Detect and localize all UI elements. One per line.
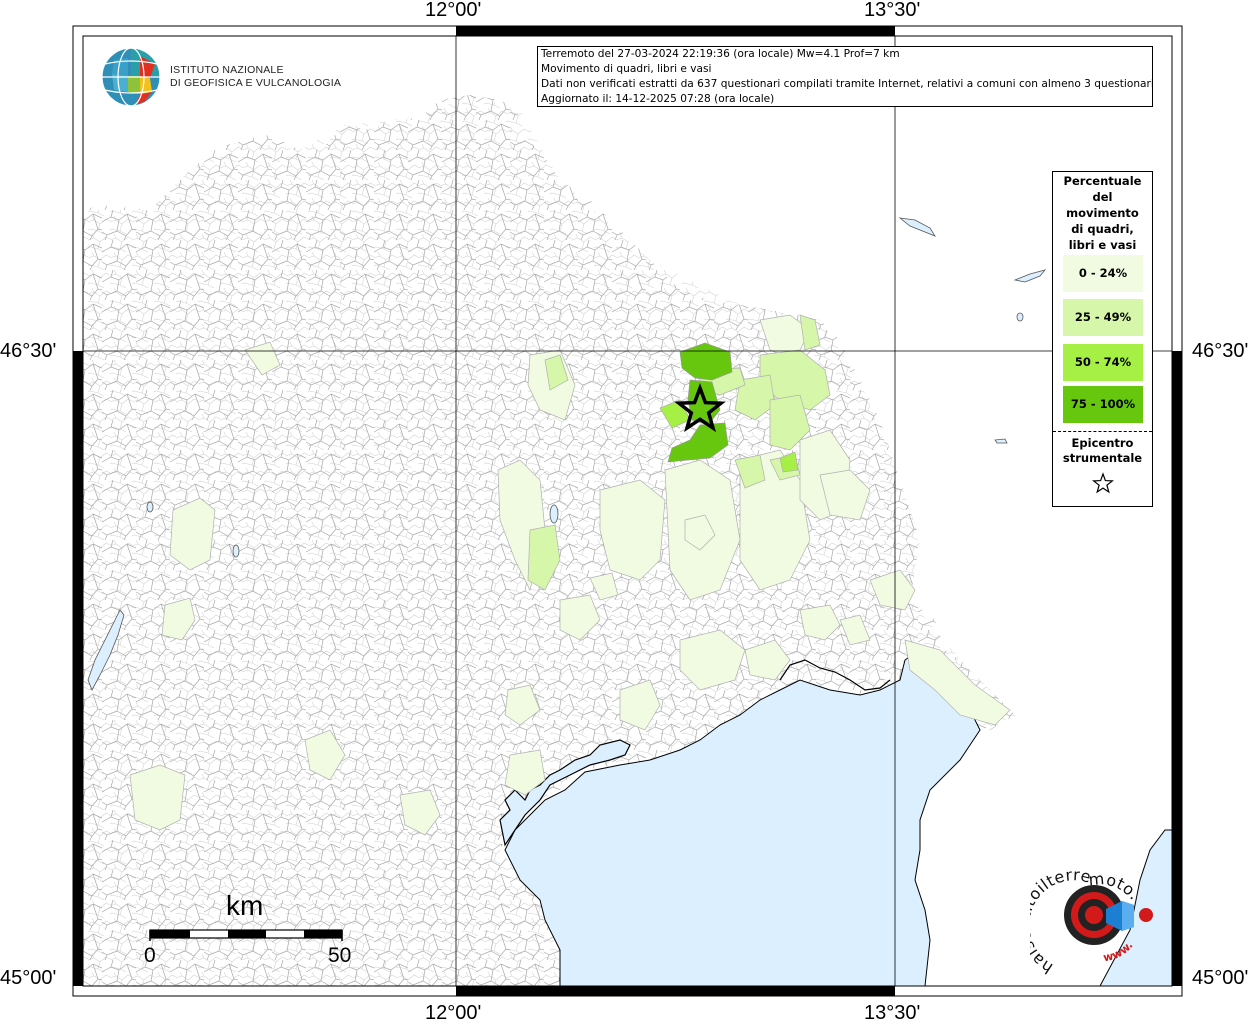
legend-divider (1053, 431, 1152, 432)
scale-unit: km (226, 890, 264, 921)
legend-star-icon (1053, 472, 1152, 498)
right-lat-label-2: 45°00' (1192, 967, 1249, 989)
top-lon-label-2: 13°30' (864, 0, 921, 21)
haisentito-logo-icon: haisentitoilterremoto.it www. (1014, 850, 1153, 978)
event-info-line-2: Movimento di quadri, libri e vasi (541, 63, 712, 75)
legend-epicenter-label: Epicentro strumentale (1062, 436, 1143, 465)
ingv-globe-icon (101, 47, 161, 107)
event-info-line-1: Terremoto del 27-03-2024 22:19:36 (ora l… (541, 48, 900, 60)
svg-text:www.: www. (1102, 939, 1135, 964)
legend-title: Percentuale del movimento di quadri, lib… (1053, 172, 1152, 253)
legend-item-25-49: 25 - 49% (1063, 299, 1143, 336)
top-lon-label-1: 12°00' (425, 0, 482, 21)
ingv-logo-text: ISTITUTO NAZIONALE DI GEOFISICA E VULCAN… (170, 64, 341, 90)
legend-item-50-74: 50 - 74% (1063, 344, 1143, 381)
event-info-line-4: Aggiornato il: 14-12-2025 07:28 (ora loc… (541, 93, 775, 105)
left-lat-label-1: 46°30' (0, 340, 57, 362)
legend-title-text: Percentuale del movimento di quadri, lib… (1063, 174, 1142, 252)
ingv-text-line-2: DI GEOFISICA E VULCANOLOGIA (170, 77, 342, 89)
ingv-text-line-1: ISTITUTO NAZIONALE (170, 64, 284, 76)
bottom-lon-label-1: 12°00' (425, 1002, 482, 1024)
ingv-logo (100, 46, 162, 112)
scale-end: 50 (328, 944, 352, 967)
bottom-lon-label-2: 13°30' (864, 1002, 921, 1024)
haisentito-logo: haisentitoilterremoto.it www. (1014, 850, 1160, 979)
event-info-box: Terremoto del 27-03-2024 22:19:36 (ora l… (537, 46, 1153, 107)
legend-item-0-24: 0 - 24% (1063, 255, 1143, 292)
right-lat-label-1: 46°30' (1192, 340, 1249, 362)
left-lat-label-2: 45°00' (0, 967, 57, 989)
scale-start: 0 (144, 944, 156, 967)
haisentito-logo-www: www. (1102, 939, 1135, 964)
legend-item-75-100: 75 - 100% (1063, 386, 1143, 423)
legend: Percentuale del movimento di quadri, lib… (1052, 171, 1153, 507)
event-info-line-3: Dati non verificati estratti da 637 ques… (541, 78, 1153, 90)
scale-bar (149, 929, 343, 941)
